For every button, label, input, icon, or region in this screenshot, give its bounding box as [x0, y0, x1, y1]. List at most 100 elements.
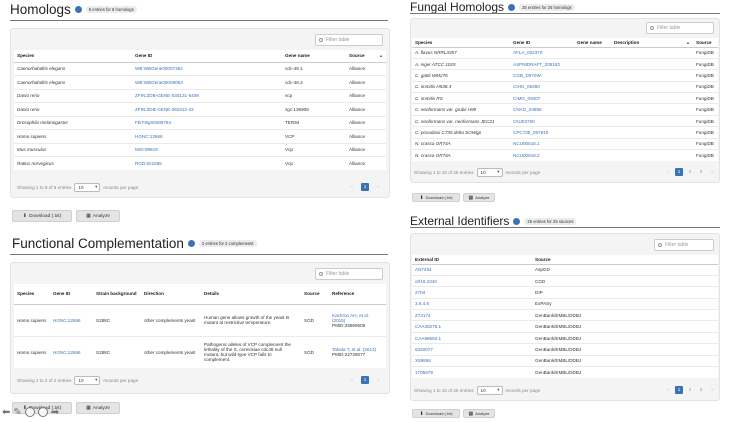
col-species[interactable]: Species — [14, 50, 132, 63]
functional-badge: 2 entries for 2 complements — [198, 240, 257, 247]
gene-id-link[interactable]: HGNC:12666 — [132, 129, 282, 143]
col-gene-id[interactable]: Gene ID — [510, 38, 574, 48]
gene-id-link[interactable]: ZFIN:ZDB-GENE-060312-22 — [132, 102, 282, 116]
col-reference[interactable]: Reference — [329, 284, 386, 305]
source-cell: Alliance — [346, 102, 386, 116]
prev-page-icon[interactable]: ‹ — [348, 376, 356, 384]
col-details[interactable]: Details — [201, 284, 301, 305]
description-cell — [611, 46, 693, 59]
gene-id-link[interactable]: NCU00018.1 — [510, 137, 574, 150]
more-icon[interactable] — [37, 407, 48, 417]
gene-id-link[interactable]: CIMG_09407 — [510, 92, 574, 104]
external-id-link[interactable]: orf19.2340 — [412, 274, 532, 287]
col-source[interactable]: Source — [301, 284, 329, 305]
gene-id-link[interactable]: ZFIN:ZDB-GENE-030131-5408 — [132, 88, 282, 103]
per-page-select[interactable]: 10 — [74, 183, 101, 192]
per-page-select[interactable]: 10 — [476, 168, 503, 177]
gene-id-link[interactable]: CPC735_057810 — [510, 126, 574, 139]
description-cell — [611, 137, 693, 150]
external-id-link[interactable]: Z74174 — [412, 309, 532, 321]
col-source[interactable]: Source ▲ — [346, 50, 386, 63]
per-page-select[interactable]: 10 — [74, 376, 101, 385]
reference-link[interactable]: Kachroo AH, et al. (2015) — [332, 313, 369, 323]
col-source[interactable]: Source — [532, 255, 718, 265]
functional-analyze-button[interactable]: ▦ Analyze — [76, 402, 120, 414]
page-2-button[interactable]: 2 — [686, 168, 694, 176]
col-gene-name[interactable]: Gene name — [282, 50, 346, 63]
gene-id-link[interactable]: HGNC:12666 — [50, 303, 93, 336]
col-description[interactable]: Description ▲ — [611, 38, 693, 48]
fungal-filter-input[interactable]: Filter table — [646, 22, 714, 34]
col-direction[interactable]: Direction — [141, 284, 201, 305]
gene-id-link[interactable]: CNAG_04855 — [510, 103, 574, 116]
page-1-button[interactable]: 1 — [361, 183, 369, 191]
col-gene-name[interactable]: Gene name — [574, 38, 611, 48]
info-icon[interactable] — [508, 3, 516, 11]
gene-id-link[interactable]: CGB_D670W — [510, 69, 574, 82]
gene-name-cell: vcp — [282, 88, 346, 103]
fungal-title: Fungal Homologs — [410, 0, 505, 14]
external-id-link[interactable]: AN7254 — [412, 263, 532, 276]
homologs-filter-input[interactable]: Filter table — [315, 34, 383, 46]
next-page-icon[interactable]: › — [374, 376, 382, 384]
prev-page-icon[interactable]: ‹ — [348, 183, 356, 191]
strain-cell: S288C — [93, 335, 141, 368]
external-id-link[interactable]: 6320077 — [412, 343, 532, 356]
page-1-button[interactable]: 1 — [675, 386, 683, 394]
gene-id-link[interactable]: WB:WBGene00008053 — [132, 75, 282, 89]
col-gene-id[interactable]: Gene ID — [50, 284, 93, 305]
col-gene-id[interactable]: Gene ID — [132, 50, 282, 63]
gene-id-link[interactable]: ASPNIDRAFT_205183 — [510, 57, 574, 70]
prev-page-icon[interactable]: ‹ — [664, 386, 672, 394]
fungal-analyze-button[interactable]: ▦ Analyze — [463, 193, 495, 202]
functional-filter-input[interactable]: Filter table — [315, 268, 383, 280]
col-species[interactable]: Species — [14, 284, 50, 305]
col-source[interactable]: Source — [693, 38, 718, 48]
gene-id-link[interactable]: HGNC:12666 — [50, 335, 93, 368]
homologs-download-button[interactable]: ⬇ Download (.txt) — [12, 210, 72, 222]
homologs-title: Homologs — [10, 2, 71, 17]
forward-arrow-icon[interactable]: ➡ — [51, 407, 59, 418]
back-arrow-icon[interactable]: ⬅ — [2, 407, 10, 418]
page-3-button[interactable]: 3 — [697, 168, 705, 176]
gene-id-link[interactable]: CNJ03750 — [510, 114, 574, 127]
external-id-link[interactable]: 1705679 — [412, 365, 532, 378]
info-icon[interactable] — [74, 6, 82, 13]
col-strain[interactable]: Strain background — [93, 284, 141, 305]
gene-id-link[interactable]: WB:WBGene00007352 — [132, 61, 282, 76]
pen-icon[interactable]: ✎ — [13, 407, 21, 418]
source-cell: GenBank/EMBL/DDBJ — [532, 331, 718, 344]
next-page-icon[interactable]: › — [374, 183, 382, 191]
page-1-button[interactable]: 1 — [361, 376, 369, 384]
external-filter-input[interactable]: Filter table — [654, 239, 714, 251]
fungal-download-button[interactable]: ⬇ Download (.txt) — [412, 193, 460, 202]
gene-id-link[interactable]: RGD:621595 — [132, 156, 282, 170]
homologs-analyze-button[interactable]: ▦ Analyze — [76, 210, 120, 222]
page-1-button[interactable]: 1 — [675, 168, 683, 176]
external-id-link[interactable]: CAA98694.1 — [412, 331, 532, 344]
col-external-id[interactable]: External ID — [412, 255, 532, 265]
next-page-icon[interactable]: › — [708, 168, 716, 176]
external-download-button[interactable]: ⬇ Download (.txt) — [412, 409, 460, 418]
external-id-link[interactable]: 3.6.4.6 — [412, 297, 532, 310]
per-page-select[interactable]: 10 — [476, 386, 503, 395]
next-page-icon[interactable]: › — [708, 386, 716, 394]
gene-id-link[interactable]: CIHG_05360 — [510, 80, 574, 93]
external-id-link[interactable]: CAA40276.1 — [412, 320, 532, 333]
info-icon[interactable] — [513, 217, 521, 225]
external-id-link[interactable]: X59956 — [412, 354, 532, 367]
external-analyze-button[interactable]: ▦ Analyze — [463, 409, 495, 418]
gene-id-link[interactable]: AFLA_002370 — [510, 46, 574, 59]
page-3-button[interactable]: 3 — [697, 386, 705, 394]
external-id-link[interactable]: 2704 — [412, 286, 532, 299]
download-icon: ⬇ — [22, 213, 27, 219]
col-species[interactable]: Species — [412, 38, 510, 48]
gene-id-link[interactable]: MGI:99919 — [132, 142, 282, 157]
gene-id-link[interactable]: NCU00018.2 — [510, 148, 574, 161]
external-badge: 25 entries for 25 sources — [524, 217, 577, 225]
page-2-button[interactable]: 2 — [686, 386, 694, 394]
info-icon[interactable] — [187, 240, 195, 247]
gene-id-link[interactable]: FB:FBgn0286784 — [132, 115, 282, 130]
zoom-icon[interactable] — [24, 407, 35, 417]
prev-page-icon[interactable]: ‹ — [664, 168, 672, 176]
